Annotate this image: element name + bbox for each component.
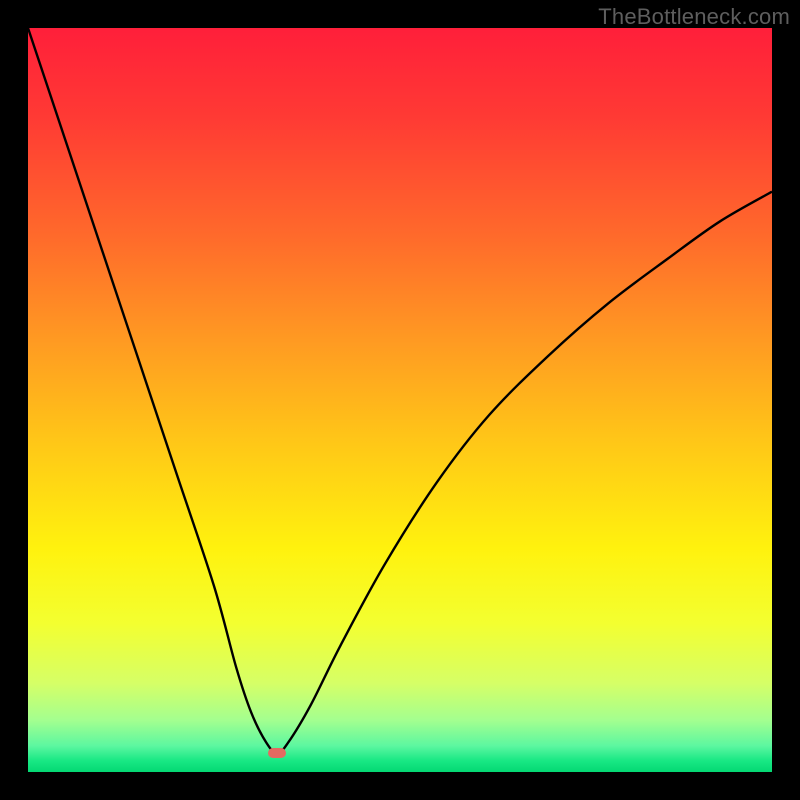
chart-frame bbox=[28, 28, 772, 772]
chart-curve-layer bbox=[28, 28, 772, 772]
optimal-point-marker bbox=[268, 748, 286, 758]
watermark-text: TheBottleneck.com bbox=[598, 4, 790, 30]
bottleneck-curve bbox=[28, 28, 772, 753]
